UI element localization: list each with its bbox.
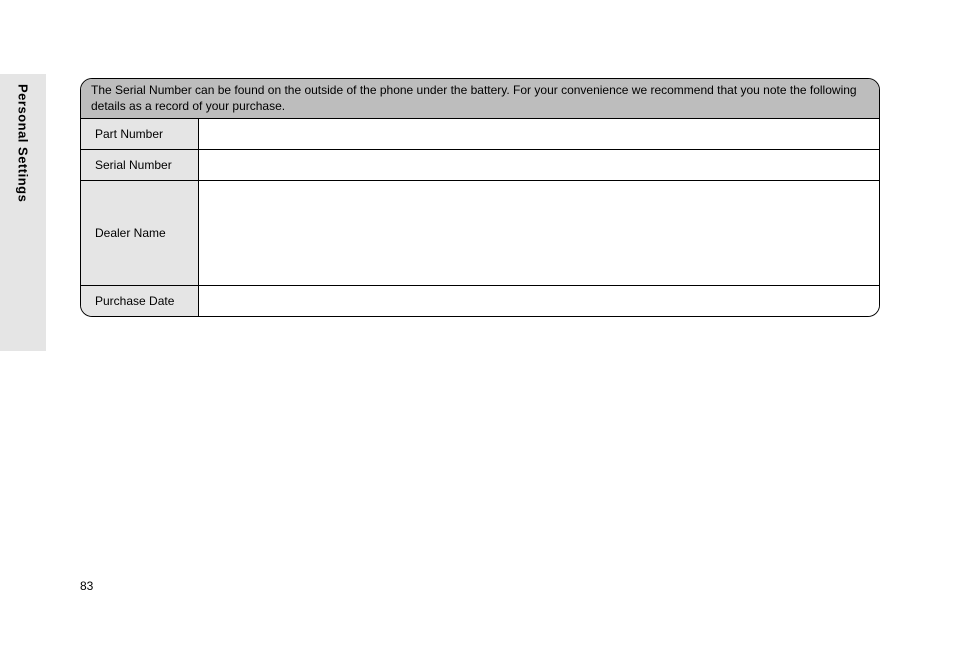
side-tab-label: Personal Settings — [16, 84, 31, 202]
label-serial-number: Serial Number — [81, 150, 199, 180]
value-purchase-date — [199, 286, 879, 316]
row-part-number: Part Number — [81, 119, 879, 150]
side-tab: Personal Settings — [0, 74, 46, 351]
value-part-number — [199, 119, 879, 149]
value-dealer-name — [199, 181, 879, 285]
record-box: The Serial Number can be found on the ou… — [80, 78, 880, 317]
label-part-number: Part Number — [81, 119, 199, 149]
value-serial-number — [199, 150, 879, 180]
record-header-text: The Serial Number can be found on the ou… — [81, 79, 879, 119]
row-serial-number: Serial Number — [81, 150, 879, 181]
page-number: 83 — [80, 579, 93, 593]
label-dealer-name: Dealer Name — [81, 181, 199, 285]
row-dealer-name: Dealer Name — [81, 181, 879, 286]
label-purchase-date: Purchase Date — [81, 286, 199, 316]
row-purchase-date: Purchase Date — [81, 286, 879, 316]
